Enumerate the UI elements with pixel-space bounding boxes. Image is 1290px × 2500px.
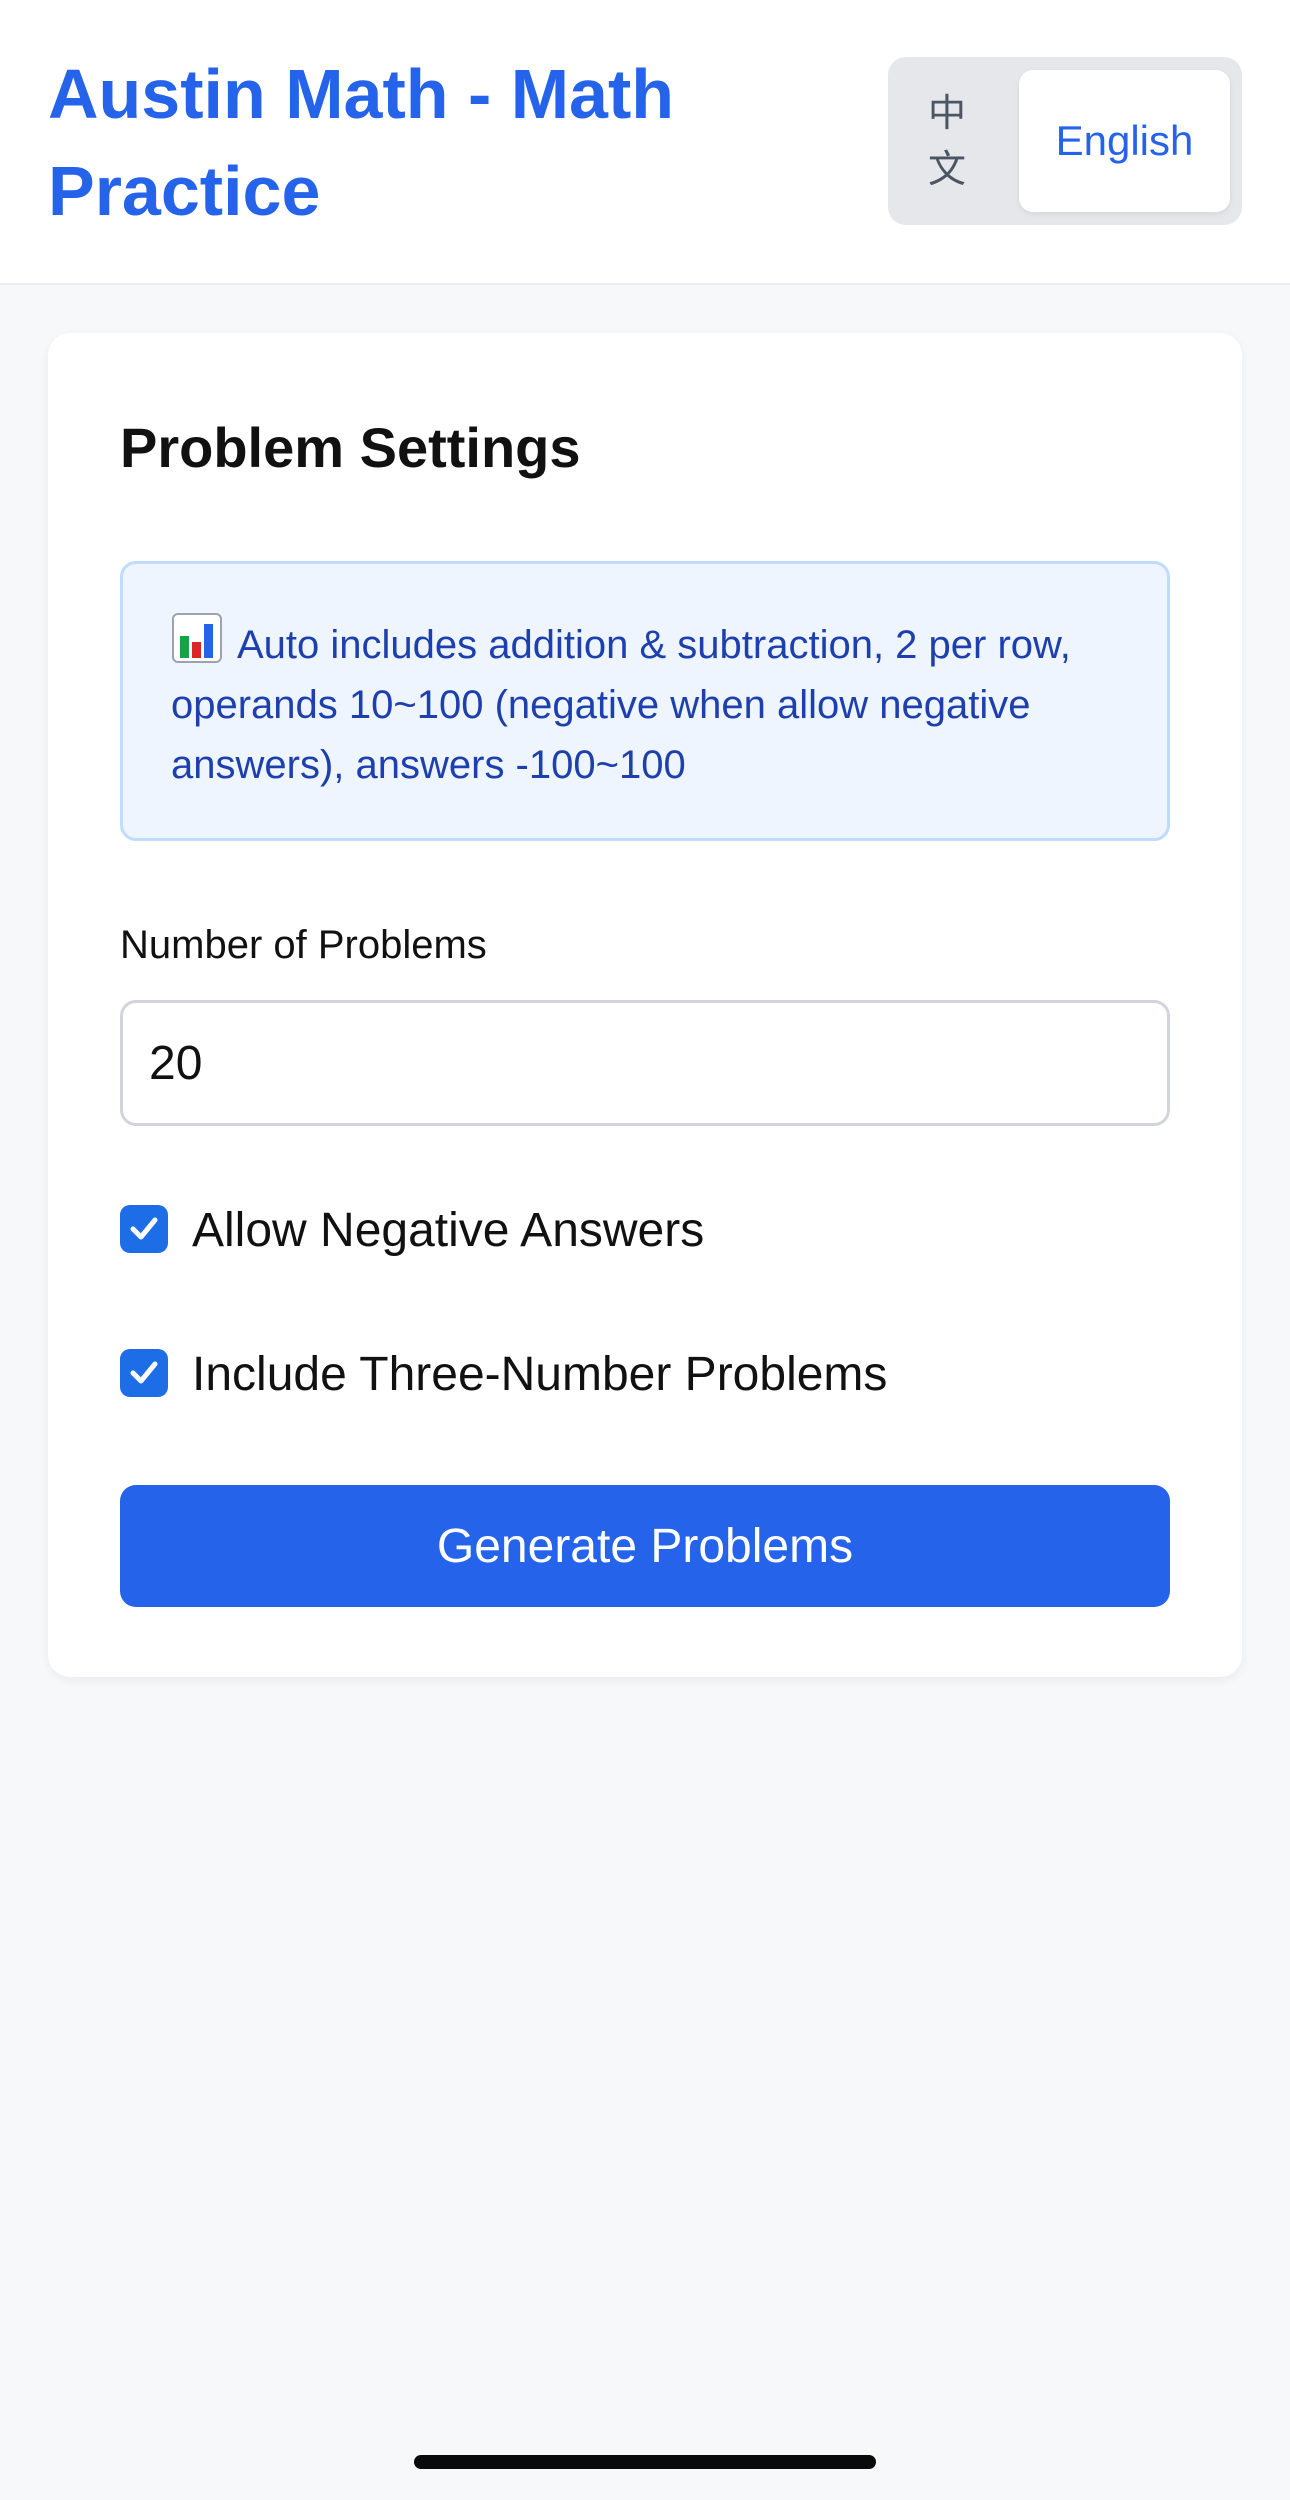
checkmark-icon [130,1217,158,1240]
home-indicator[interactable] [414,2455,876,2469]
allow-negative-checkbox[interactable] [120,1205,168,1253]
app-title: Austin Math - Math Practice [48,55,675,230]
allow-negative-label: Allow Negative Answers [192,1204,705,1257]
card-title: Problem Settings [120,416,581,479]
info-text: Auto includes addition & subtraction, 2 … [171,623,1071,787]
app-header: Austin Math - Math Practice 中文 English [0,0,1290,285]
problem-count-label: Number of Problems [120,923,487,967]
info-box: Auto includes addition & subtraction, 2 … [120,561,1170,841]
generate-problems-button[interactable]: Generate Problems [120,1485,1170,1607]
three-number-label: Include Three-Number Problems [192,1348,888,1401]
lang-english-button[interactable]: English [1019,70,1230,212]
bar-chart-icon [172,613,222,663]
three-number-checkbox[interactable] [120,1349,168,1397]
problem-count-input[interactable] [120,1000,1170,1126]
checkmark-icon [130,1361,158,1384]
lang-chinese-button[interactable]: 中文 [912,85,982,197]
language-toggle: 中文 English [888,57,1242,225]
problem-settings-card: Problem Settings Auto includes addition … [48,333,1242,1677]
